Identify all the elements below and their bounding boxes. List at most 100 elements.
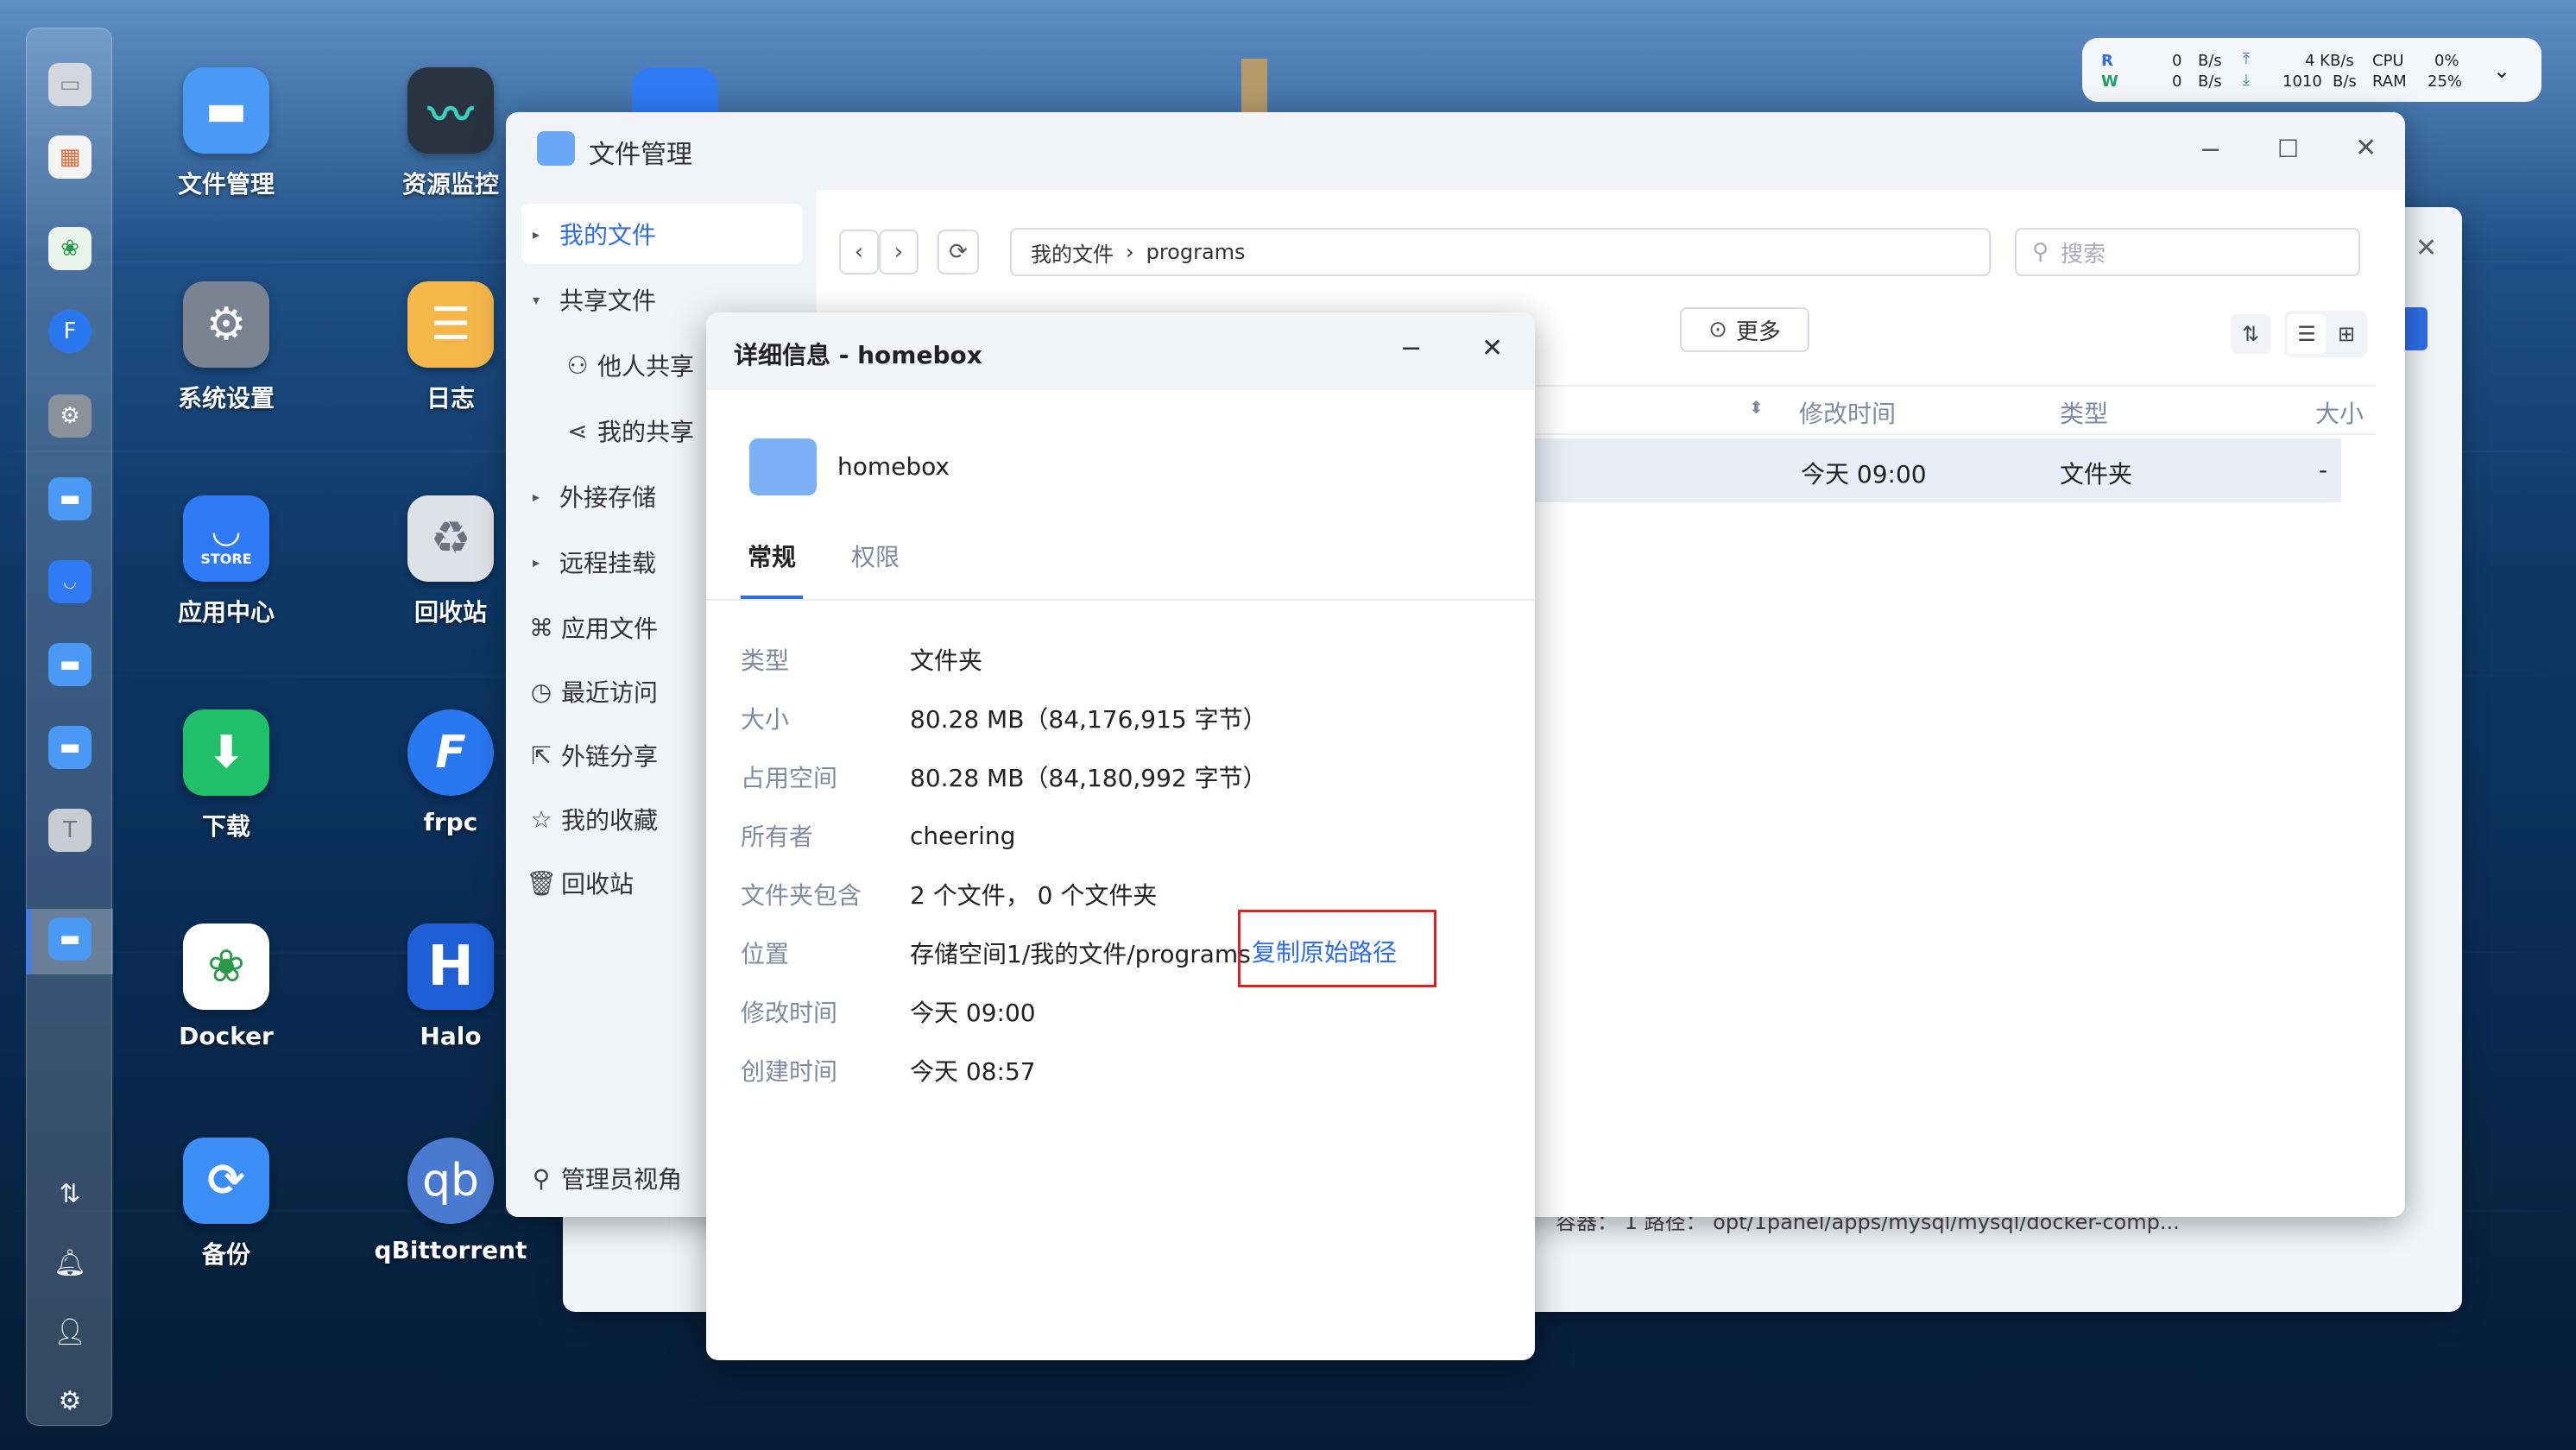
dock-folder-2-icon[interactable]: ▬ bbox=[48, 643, 92, 686]
minimize-icon[interactable]: − bbox=[1400, 333, 1422, 363]
more-label: 更多 bbox=[1735, 318, 1781, 345]
clock-icon: ◷ bbox=[530, 677, 552, 706]
folder-icon bbox=[749, 438, 817, 495]
sort-icon[interactable]: ⇅ bbox=[2231, 314, 2270, 354]
back-button[interactable]: ‹ bbox=[839, 230, 879, 274]
folder-icon bbox=[537, 131, 575, 166]
transfer-icon[interactable]: ⇅ bbox=[54, 1178, 85, 1209]
item-name: homebox bbox=[837, 452, 950, 481]
tab-general[interactable]: 常规 bbox=[748, 539, 796, 573]
minimize-icon[interactable]: − bbox=[2200, 135, 2221, 165]
sidebar-item-label: 外链分享 bbox=[561, 742, 659, 771]
sidebar-item-label: 远程挂载 bbox=[559, 549, 657, 577]
recycle-icon: ♻ bbox=[407, 495, 494, 582]
dock-text-editor-icon[interactable]: T bbox=[48, 809, 92, 852]
store-text: STORE bbox=[200, 550, 252, 567]
chevron-right-icon: ▸ bbox=[532, 488, 540, 505]
prop-value: 2 个文件， 0 个文件夹 bbox=[910, 881, 1158, 910]
breadcrumb-current[interactable]: programs bbox=[1146, 240, 1246, 264]
chevron-down-icon: ▾ bbox=[532, 291, 540, 308]
qb-text: qb bbox=[421, 1155, 479, 1207]
desktop-icon-app-center[interactable]: ◡ STORE 应用中心 bbox=[140, 495, 313, 628]
desktop-icon-backup[interactable]: ⟳ 备份 bbox=[140, 1138, 313, 1270]
breadcrumb-root[interactable]: 我的文件 bbox=[1031, 237, 1114, 268]
breadcrumb-separator: › bbox=[1126, 240, 1134, 264]
desktop-icon-label: 下载 bbox=[201, 812, 250, 841]
desktop-icon-label: 文件管理 bbox=[177, 170, 275, 199]
desktop-icon-partial[interactable] bbox=[632, 67, 718, 119]
trash-icon: 🗑︎ bbox=[526, 868, 557, 898]
desktop-icon-settings[interactable]: ⚙ 系统设置 bbox=[140, 281, 313, 414]
download-rate: 1010 bbox=[2282, 72, 2322, 91]
prop-key: 修改时间 bbox=[741, 999, 838, 1027]
desktop-icon-file-manager[interactable]: ▬ 文件管理 bbox=[140, 67, 313, 200]
download-arrow-icon: ⤓ bbox=[2243, 71, 2250, 89]
more-button[interactable]: ⊙ 更多 bbox=[1680, 307, 1809, 352]
bell-icon[interactable]: 🔔︎ bbox=[54, 1247, 86, 1278]
sidebar-item-my-files[interactable]: ▸ 我的文件 bbox=[521, 204, 803, 264]
store-icon: ◡ STORE bbox=[183, 495, 269, 582]
chevron-double-down-icon[interactable]: ⌄ bbox=[2493, 59, 2510, 83]
tab-permissions[interactable]: 权限 bbox=[851, 539, 900, 573]
breadcrumb[interactable]: 我的文件 › programs bbox=[1010, 228, 1991, 276]
dock-docker-icon[interactable]: ❀ bbox=[48, 227, 92, 270]
window-title: 文件管理 bbox=[589, 140, 692, 170]
desktop-icon-label: 系统设置 bbox=[177, 384, 275, 413]
more-icon: ⊙ bbox=[1708, 317, 1727, 343]
sidebar-item-label: 共享文件 bbox=[559, 287, 657, 315]
column-type[interactable]: 类型 bbox=[2060, 395, 2108, 430]
row-modified: 今天 09:00 bbox=[1801, 460, 1927, 489]
list-view-icon[interactable]: ☰ bbox=[2288, 314, 2326, 354]
prop-created: 创建时间 今天 08:57 bbox=[741, 1053, 1036, 1088]
prop-value: cheering bbox=[910, 821, 1016, 850]
sort-arrows-icon[interactable]: ⬍ bbox=[1749, 397, 1764, 418]
desktop-icon-label: 应用中心 bbox=[177, 598, 275, 627]
prop-key: 所有者 bbox=[741, 823, 814, 851]
prop-key: 大小 bbox=[741, 705, 790, 734]
close-icon[interactable]: ✕ bbox=[2355, 133, 2377, 163]
monitor-icon: 〰 bbox=[407, 67, 494, 154]
qbittorrent-icon: qb bbox=[407, 1138, 494, 1224]
column-modified[interactable]: 修改时间 bbox=[1799, 395, 1896, 430]
ram-label: RAM bbox=[2372, 72, 2407, 91]
user-icon[interactable]: 👤︎ bbox=[54, 1316, 86, 1347]
blue-action-button[interactable] bbox=[2402, 307, 2428, 350]
dock-frpc-icon[interactable]: F bbox=[48, 310, 92, 353]
maximize-icon[interactable]: ☐ bbox=[2277, 135, 2299, 163]
sidebar-item-label: 他人共享 bbox=[597, 352, 695, 381]
copy-original-path-link[interactable]: 复制原始路径 bbox=[1252, 936, 1397, 970]
frpc-icon: F bbox=[407, 709, 494, 796]
close-icon[interactable]: ✕ bbox=[1481, 333, 1503, 363]
search-input[interactable]: ⚲ 搜索 bbox=[2015, 228, 2360, 276]
view-toggle: ☰ ⊞ bbox=[2284, 311, 2367, 357]
prop-value: 80.28 MB（84,180,992 字节） bbox=[910, 764, 1267, 792]
desktop-icon-download[interactable]: ⬇ 下载 bbox=[140, 709, 313, 842]
dock-monitor-icon[interactable]: ▭ bbox=[48, 63, 92, 106]
chevron-right-icon: ▸ bbox=[532, 225, 540, 243]
detail-dialog: 详细信息 - homebox − ✕ homebox 常规 权限 类型 文件夹 大… bbox=[706, 312, 1535, 1360]
prop-modified: 修改时间 今天 09:00 bbox=[741, 994, 1036, 1029]
halo-letter: H bbox=[427, 935, 474, 999]
refresh-button[interactable]: ⟳ bbox=[938, 230, 979, 274]
row-size: - bbox=[2319, 456, 2328, 484]
dock-apps-icon[interactable]: ▦ bbox=[48, 136, 92, 179]
dock-store-icon[interactable]: ◡ bbox=[48, 560, 92, 603]
dock-folder-3-icon[interactable]: ▬ bbox=[48, 726, 92, 769]
prop-owner: 所有者 cheering bbox=[741, 818, 1015, 853]
close-icon[interactable]: ✕ bbox=[2415, 233, 2437, 263]
dock: ▭ ▦ ❀ F ⚙ ▬ ◡ ▬ ▬ T ▬ ⇅ 🔔︎ 👤︎ ⚙ bbox=[26, 28, 113, 1426]
desktop-icon-docker[interactable]: ❀ Docker bbox=[140, 924, 313, 1050]
forward-button[interactable]: › bbox=[879, 230, 919, 274]
read-label: R bbox=[2101, 52, 2113, 70]
prop-disk-usage: 占用空间 80.28 MB（84,180,992 字节） bbox=[741, 760, 1267, 794]
sidebar-item-label: 应用文件 bbox=[561, 615, 659, 643]
ram-value: 25% bbox=[2428, 72, 2463, 91]
dock-settings-icon[interactable]: ⚙ bbox=[48, 394, 92, 438]
gear-icon[interactable]: ⚙ bbox=[54, 1385, 85, 1416]
prop-value: 文件夹 bbox=[910, 646, 983, 675]
grid-view-icon[interactable]: ⊞ bbox=[2329, 314, 2364, 354]
dock-filemanager-icon[interactable]: ▬ bbox=[48, 917, 92, 961]
column-size[interactable]: 大小 bbox=[2315, 395, 2364, 430]
dock-folder-icon[interactable]: ▬ bbox=[48, 477, 92, 520]
prop-key: 位置 bbox=[741, 940, 790, 968]
